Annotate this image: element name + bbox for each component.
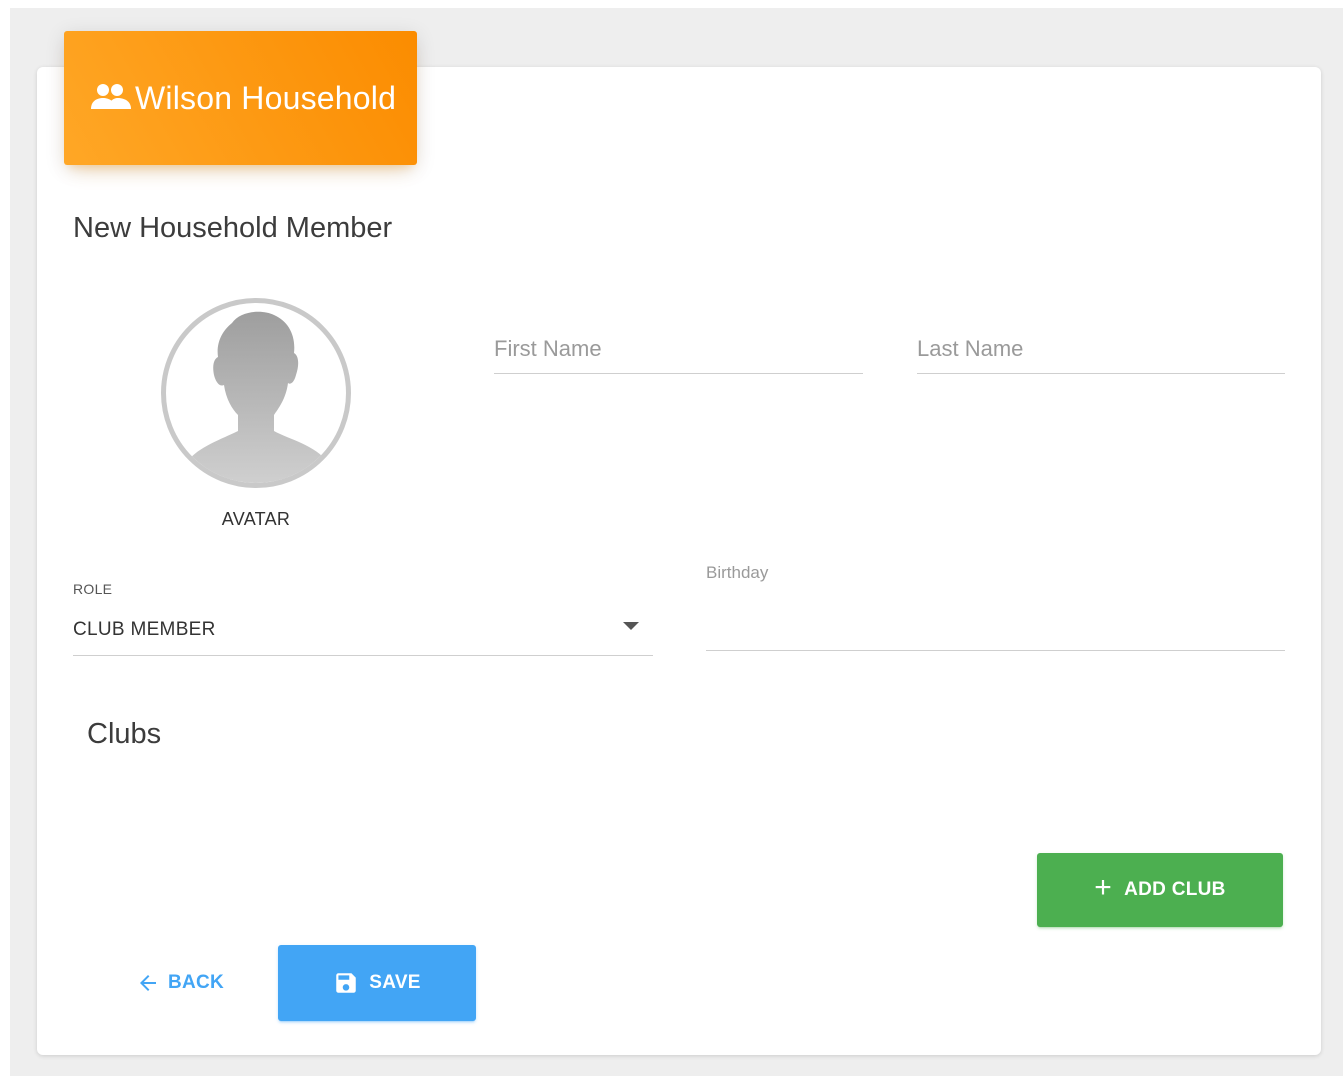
save-label: SAVE xyxy=(369,972,421,993)
add-club-button[interactable]: + ADD CLUB xyxy=(1037,853,1283,927)
arrow-left-icon xyxy=(136,971,160,995)
back-label: BACK xyxy=(167,972,225,993)
last-name-input[interactable] xyxy=(917,330,1285,368)
birthday-label: Birthday xyxy=(706,563,769,582)
person-silhouette-icon xyxy=(182,311,330,483)
add-club-label: ADD CLUB xyxy=(1124,879,1226,900)
clubs-title: Clubs xyxy=(87,718,162,750)
first-name-input[interactable] xyxy=(494,330,863,368)
birthday-input[interactable] xyxy=(706,605,1285,649)
group-icon xyxy=(91,83,133,111)
role-label: ROLE xyxy=(73,581,113,597)
back-button[interactable]: BACK xyxy=(120,955,240,1011)
role-selected-value: CLUB MEMBER xyxy=(73,619,216,640)
save-button[interactable]: SAVE xyxy=(278,945,476,1021)
avatar-label: AVATAR xyxy=(221,509,291,529)
household-title: Wilson Household xyxy=(135,79,397,116)
card-header: Wilson Household xyxy=(64,31,417,165)
plus-icon: + xyxy=(1094,871,1113,904)
birthday-field[interactable] xyxy=(706,605,1285,651)
last-name-field[interactable] xyxy=(917,330,1285,374)
floppy-disk-icon xyxy=(333,970,359,996)
first-name-field[interactable] xyxy=(494,330,863,374)
avatar-picker[interactable] xyxy=(161,298,351,488)
section-title: New Household Member xyxy=(73,212,393,244)
dropdown-caret-icon xyxy=(623,622,639,630)
role-select[interactable]: CLUB MEMBER xyxy=(73,612,653,656)
